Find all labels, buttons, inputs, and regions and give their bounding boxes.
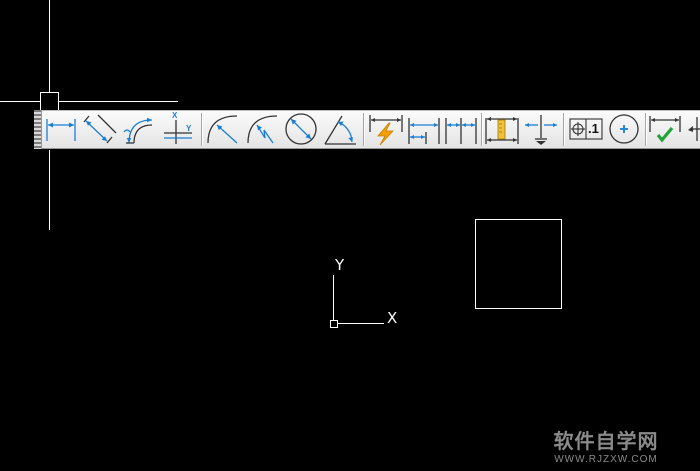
dim-radius-button[interactable] xyxy=(205,112,243,146)
ordinate-y-label: Y xyxy=(186,124,192,133)
dim-diameter-button[interactable] xyxy=(284,112,320,146)
quick-dimension-icon xyxy=(369,115,403,146)
inspection-icon xyxy=(649,116,681,143)
dim-continue-icon xyxy=(445,118,477,144)
dim-aligned-button[interactable] xyxy=(80,112,118,146)
watermark-title: 软件自学网 xyxy=(553,431,659,453)
ucs-y-label: Y xyxy=(334,256,345,274)
toolbar-grip[interactable] xyxy=(34,110,42,149)
quick-dimension-button[interactable] xyxy=(367,112,405,146)
drawn-rectangle[interactable] xyxy=(475,219,562,309)
dim-baseline-icon xyxy=(408,118,440,144)
jogged-linear-icon xyxy=(688,117,700,141)
ucs-x-label: X xyxy=(387,309,397,327)
dim-baseline-button[interactable] xyxy=(406,112,442,146)
dim-linear-button[interactable] xyxy=(44,112,78,146)
dim-ordinate-icon xyxy=(164,120,192,144)
watermark: 软件自学网 WWW.RJZXW.COM xyxy=(536,430,676,466)
center-mark-icon xyxy=(609,114,639,144)
inspection-button[interactable] xyxy=(647,112,683,146)
dim-aligned-icon xyxy=(83,114,117,144)
center-mark-button[interactable] xyxy=(606,112,642,146)
dim-jogged-button[interactable] xyxy=(245,112,283,146)
dim-diameter-icon xyxy=(285,113,317,145)
drawing-canvas[interactable]: Y X xyxy=(0,0,700,471)
dim-jogged-icon xyxy=(247,115,278,144)
ucs-icon xyxy=(330,275,384,328)
dim-break-icon xyxy=(525,115,557,145)
tolerance-label: .1 xyxy=(588,121,599,136)
dim-linear-icon xyxy=(46,119,76,141)
dim-space-button[interactable] xyxy=(483,112,521,146)
dim-continue-button[interactable] xyxy=(443,112,479,146)
dim-break-button[interactable] xyxy=(522,112,560,146)
watermark-url: WWW.RJZXW.COM xyxy=(554,454,658,465)
pickbox xyxy=(40,92,59,111)
dim-angular-button[interactable] xyxy=(322,112,360,146)
dim-arc-length-icon xyxy=(123,117,153,144)
dim-ordinate-button[interactable]: X Y xyxy=(160,111,198,146)
dim-space-icon xyxy=(485,117,519,144)
dim-angular-icon xyxy=(324,115,356,145)
jogged-linear-button[interactable] xyxy=(685,112,700,146)
ordinate-x-label: X xyxy=(172,111,178,120)
tolerance-button[interactable]: .1 xyxy=(568,112,604,146)
dim-radius-icon xyxy=(207,115,238,144)
dim-arc-length-button[interactable] xyxy=(120,112,158,146)
